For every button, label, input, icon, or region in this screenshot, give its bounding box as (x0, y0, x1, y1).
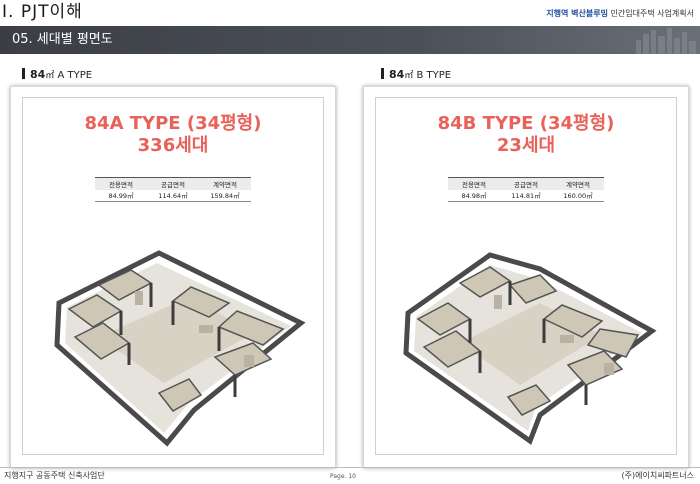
skyline-decoration-icon (636, 28, 696, 54)
footer-left-text: 지행지구 공동주택 신축사업단 (4, 471, 105, 480)
project-name: 지행역 벽산블루밍 민간임대주택 사업계획서 (546, 8, 694, 20)
unit-title: 84A TYPE (34평형) (84, 113, 262, 134)
spec-header: 전용면적 (448, 177, 500, 190)
spec-value: 84.99㎡ (95, 189, 147, 202)
label-bar (22, 68, 25, 79)
footer-company: (주)에이치씨파트너스 (621, 471, 694, 480)
spec-value: 84.98㎡ (448, 189, 500, 202)
spec-header: 계약면적 (552, 177, 604, 190)
document-title: Ⅰ. PJT이해 (2, 2, 83, 22)
area-spec-table: 전용면적 공급면적 계약면적 84.99㎡ 114.64㎡ 159.84㎡ (95, 177, 251, 202)
unit-households: 336세대 (137, 135, 209, 156)
label-bar (381, 68, 384, 79)
page-number: Page. 10 (330, 473, 356, 480)
spec-header: 전용면적 (95, 177, 147, 190)
unit-title: 84B TYPE (34평형) (437, 113, 615, 134)
spec-value: 114.81㎡ (500, 189, 552, 202)
spec-value: 160.00㎡ (552, 189, 604, 202)
project-name-highlight: 지행역 벽산블루밍 (546, 9, 608, 18)
spec-header: 공급면적 (147, 177, 199, 190)
project-name-suffix: 민간임대주택 사업계획서 (610, 9, 694, 18)
floorplan-a-image (54, 250, 306, 447)
type-label-b: 84㎡ B TYPE (381, 68, 451, 83)
area-spec-table: 전용면적 공급면적 계약면적 84.98㎡ 114.81㎡ 160.00㎡ (448, 177, 604, 202)
spec-value: 114.64㎡ (147, 189, 199, 202)
spec-value: 159.84㎡ (199, 189, 251, 202)
floorplan-panel-b: 84B TYPE (34평형) 23세대 전용면적 공급면적 계약면적 84.9… (363, 86, 689, 468)
section-title: 05. 세대별 평면도 (12, 32, 113, 47)
spec-header: 공급면적 (500, 177, 552, 190)
section-header-bar: 05. 세대별 평면도 (0, 26, 700, 54)
type-label-a: 84㎡ A TYPE (22, 68, 92, 83)
floorplan-panel-a: 84A TYPE (34평형) 336세대 전용면적 공급면적 계약면적 84.… (10, 86, 336, 468)
unit-households: 23세대 (496, 135, 556, 156)
spec-header: 계약면적 (199, 177, 251, 190)
floorplan-b-image (403, 252, 657, 445)
footer-divider (0, 467, 700, 468)
